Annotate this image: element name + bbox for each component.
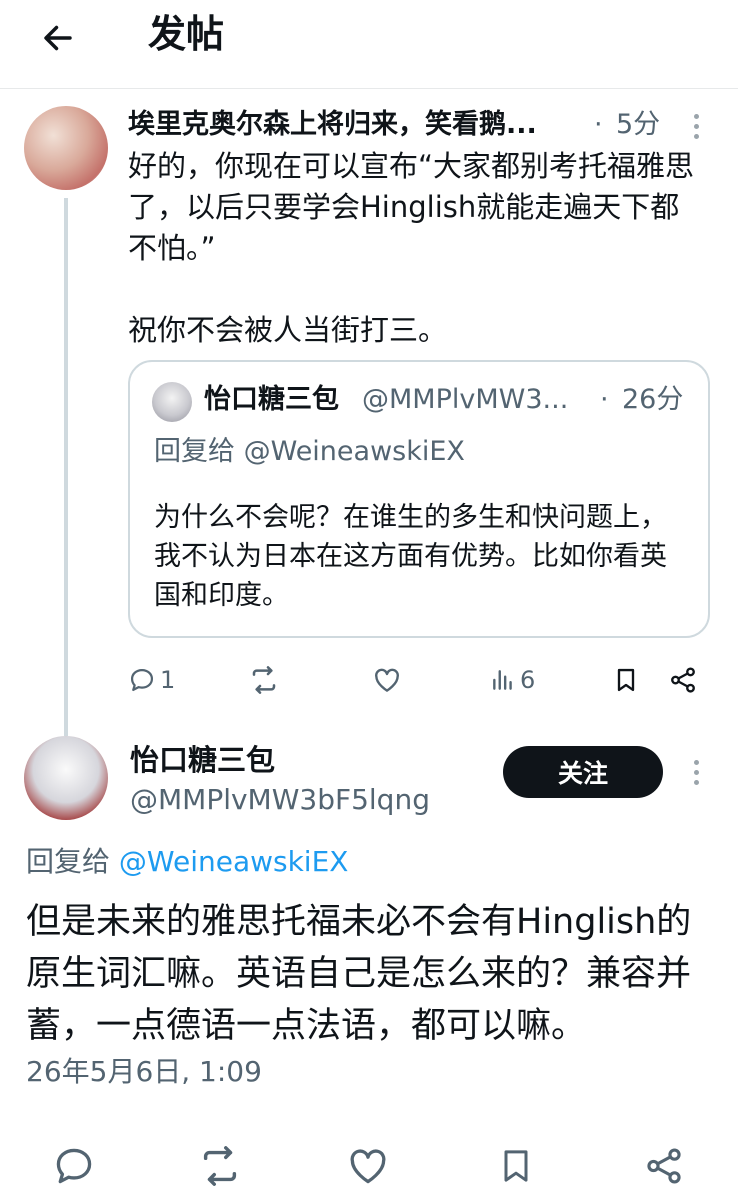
main-author-avatar[interactable] <box>24 736 108 820</box>
like-icon <box>350 1149 386 1184</box>
more-vertical-icon <box>693 759 699 765</box>
follow-button[interactable]: 关注 <box>503 746 663 798</box>
parent-timestamp[interactable]: 5分 <box>616 106 660 144</box>
like-icon <box>375 668 399 692</box>
more-vertical-icon <box>693 113 699 119</box>
main-like-button[interactable] <box>340 1138 396 1194</box>
main-author-handle[interactable]: @MMPlvMW3bF5lqng <box>130 780 430 820</box>
parent-bookmark-button[interactable] <box>612 660 640 700</box>
parent-reply-count: 1 <box>160 666 176 694</box>
main-reply-to: 回复给 @WeineawskiEX <box>26 842 348 882</box>
main-more-options-button[interactable] <box>686 752 706 792</box>
main-repost-button[interactable] <box>192 1138 248 1194</box>
views-icon <box>493 670 512 690</box>
main-author-name[interactable]: 怡口糖三包 <box>130 740 275 780</box>
reply-icon <box>130 668 154 692</box>
reply-icon <box>56 1148 92 1184</box>
share-icon <box>647 1148 681 1184</box>
parent-more-options-button[interactable] <box>686 106 706 146</box>
main-reply-button[interactable] <box>46 1138 102 1194</box>
quoted-post-text: 为什么不会呢？在谁生的多生和快问题上，我不认为日本在这方面有优势。比如你看英国和… <box>154 502 667 611</box>
parent-views-button[interactable]: 6 <box>490 660 535 700</box>
quoted-post-card[interactable]: 怡口糖三包 @MMPlvMW3... · 26分 回复给 @Weineawski… <box>128 360 710 638</box>
back-button[interactable] <box>28 14 88 62</box>
main-post-timestamp: 26年5月6日, 1:09 <box>26 1055 262 1088</box>
quoted-time-separator: · <box>600 384 609 415</box>
parent-author-name[interactable]: 埃里克奥尔森上将归来，笑看鹅... <box>128 106 590 144</box>
quoted-reply-to: 回复给 @WeineawskiEX <box>154 436 465 467</box>
reply-to-prefix: 回复给 <box>26 845 111 878</box>
quoted-author-name: 怡口糖三包 <box>204 384 339 415</box>
back-arrow-icon <box>44 25 72 51</box>
bookmark-icon <box>504 1150 528 1182</box>
parent-like-button[interactable] <box>372 660 402 700</box>
repost-icon <box>252 666 276 694</box>
share-icon <box>671 667 695 693</box>
parent-share-button[interactable] <box>668 660 698 700</box>
parent-post-text: 好的，你现在可以宣布“大家都别考托福雅思了，以后只要学会Hinglish就能走遍… <box>128 149 695 347</box>
parent-action-bar: 1 6 <box>128 660 710 700</box>
parent-views-count: 6 <box>520 666 536 694</box>
parent-reply-button[interactable]: 1 <box>128 660 175 700</box>
top-bar: 发帖 <box>0 0 738 89</box>
main-share-button[interactable] <box>636 1138 692 1194</box>
bookmark-icon <box>617 668 635 692</box>
parent-author-avatar[interactable] <box>24 106 108 190</box>
thread-connector-line <box>64 198 68 736</box>
quoted-author-avatar <box>152 382 192 422</box>
repost-icon <box>203 1146 237 1186</box>
parent-time-separator: · <box>594 109 603 140</box>
quoted-author-handle: @MMPlvMW3... <box>362 384 569 415</box>
main-action-bar <box>0 1138 738 1194</box>
reply-to-mention-link[interactable]: @WeineawskiEX <box>119 845 349 878</box>
page-title: 发帖 <box>148 12 225 56</box>
main-bookmark-button[interactable] <box>488 1138 544 1194</box>
parent-repost-button[interactable] <box>248 660 280 700</box>
post-detail-page: 发帖 埃里克奥尔森上将归来，笑看鹅... · 5分 好的，你现在可以宣布“大家都… <box>0 0 738 1200</box>
main-post-text: 但是未来的雅思托福未必不会有Hinglish的原生词汇嘛。英语自己是怎么来的？兼… <box>26 902 692 1046</box>
quoted-timestamp: 26分 <box>622 384 684 415</box>
